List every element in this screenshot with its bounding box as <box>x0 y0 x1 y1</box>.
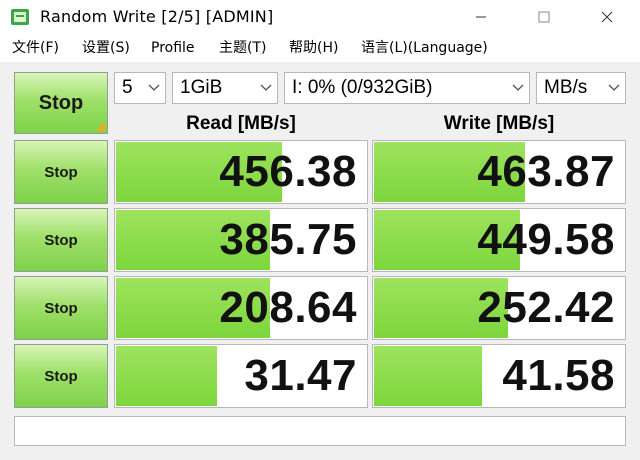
write-value: 449.58 <box>477 215 615 264</box>
read-result: 31.47 <box>114 344 368 408</box>
window-title: Random Write [2/5] [ADMIN] <box>40 7 274 26</box>
minimize-button[interactable] <box>458 0 504 34</box>
chevron-down-icon <box>507 73 529 103</box>
menu-theme[interactable]: 主题(T) <box>219 39 266 57</box>
read-level-bar <box>116 346 217 406</box>
write-header: Write [MB/s] <box>443 113 555 134</box>
maximize-button[interactable] <box>521 0 567 34</box>
count-select[interactable]: 5 <box>114 72 166 104</box>
read-value: 31.47 <box>244 351 357 400</box>
title-bar: Random Write [2/5] [ADMIN] <box>0 0 640 35</box>
row-stop-label: Stop <box>44 367 78 385</box>
read-value: 208.64 <box>219 283 357 332</box>
size-value: 1GiB <box>180 77 223 98</box>
drive-value: I: 0% (0/932GiB) <box>292 77 433 98</box>
comment-field[interactable] <box>14 416 626 446</box>
unit-value: MB/s <box>544 77 588 98</box>
row-stop-button[interactable]: Stop <box>14 208 108 272</box>
row-stop-label: Stop <box>44 231 78 249</box>
row-stop-label: Stop <box>44 163 78 181</box>
write-result: 463.87 <box>372 140 626 204</box>
write-value: 252.42 <box>477 283 615 332</box>
chevron-down-icon <box>255 73 277 103</box>
write-level-bar <box>374 346 483 406</box>
menu-language[interactable]: 语言(L)(Language) <box>361 39 488 57</box>
chevron-down-icon <box>143 73 165 103</box>
stop-all-button[interactable]: Stop <box>14 72 108 134</box>
write-value: 41.58 <box>502 351 615 400</box>
row-stop-button[interactable]: Stop <box>14 344 108 408</box>
menu-file[interactable]: 文件(F) <box>12 39 59 57</box>
row-stop-button[interactable]: Stop <box>14 276 108 340</box>
stop-all-label: Stop <box>38 91 84 114</box>
read-value: 385.75 <box>219 215 357 264</box>
write-value: 463.87 <box>477 147 615 196</box>
corner-indicator <box>96 122 105 131</box>
read-result: 208.64 <box>114 276 368 340</box>
write-result: 449.58 <box>372 208 626 272</box>
menu-bar: 文件(F) 设置(S) Profile 主题(T) 帮助(H) 语言(L)(La… <box>0 34 640 62</box>
close-button[interactable] <box>584 0 630 34</box>
minimize-icon <box>476 16 486 18</box>
read-header: Read [MB/s] <box>186 113 296 134</box>
write-result: 252.42 <box>372 276 626 340</box>
write-result: 41.58 <box>372 344 626 408</box>
menu-help[interactable]: 帮助(H) <box>289 39 338 57</box>
size-select[interactable]: 1GiB <box>172 72 278 104</box>
close-icon <box>601 11 613 23</box>
maximize-icon <box>538 11 550 23</box>
row-stop-label: Stop <box>44 299 78 317</box>
read-result: 456.38 <box>114 140 368 204</box>
menu-profile[interactable]: Profile <box>151 39 195 57</box>
unit-select[interactable]: MB/s <box>536 72 626 104</box>
menu-settings[interactable]: 设置(S) <box>82 39 130 57</box>
chevron-down-icon <box>603 73 625 103</box>
drive-select[interactable]: I: 0% (0/932GiB) <box>284 72 530 104</box>
row-stop-button[interactable]: Stop <box>14 140 108 204</box>
read-result: 385.75 <box>114 208 368 272</box>
benchmark-panel: Stop 5 1GiB I: 0% (0/932GiB) MB/s Read [… <box>0 62 640 460</box>
read-value: 456.38 <box>219 147 357 196</box>
count-value: 5 <box>122 77 133 98</box>
app-icon <box>11 9 29 25</box>
